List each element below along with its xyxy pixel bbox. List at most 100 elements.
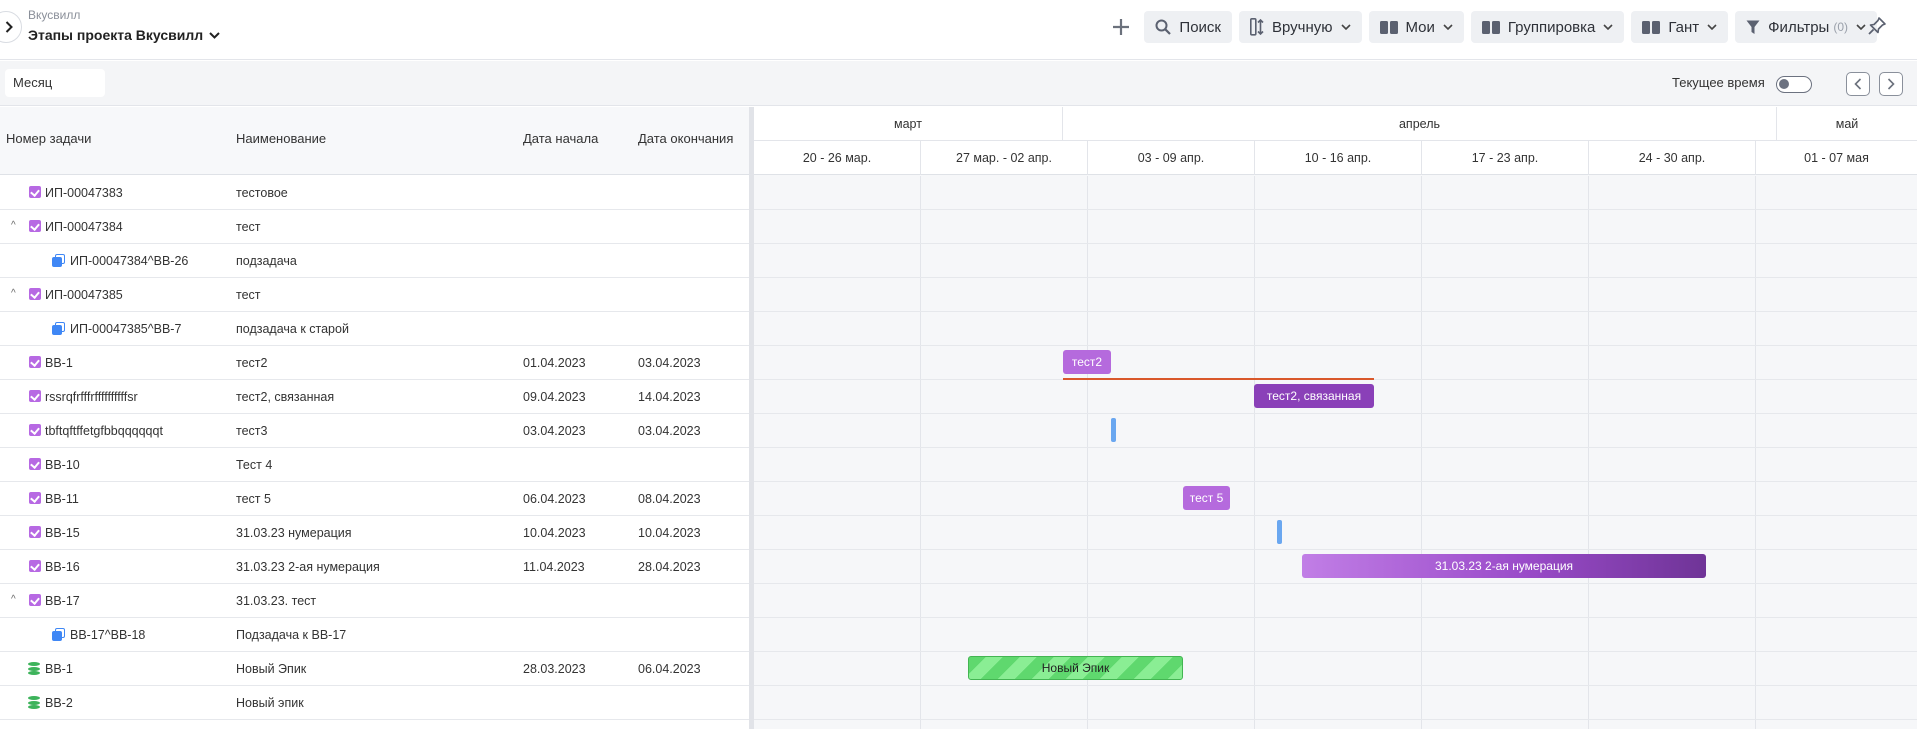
table-row[interactable]: ВВ-10 Тест 4	[0, 448, 749, 482]
collapse-caret-icon[interactable]: ^	[11, 594, 16, 605]
table-row[interactable]: ИП-00047385^ВВ-7 подзадача к старой	[0, 312, 749, 346]
grouping-dropdown[interactable]: Группировка	[1470, 11, 1625, 43]
task-start: 10.04.2023	[523, 526, 586, 540]
month-header: март апрель май	[754, 107, 1917, 141]
column-header-end[interactable]: Дата окончания	[638, 131, 733, 146]
table-row[interactable]: ВВ-1 тест2 01.04.2023 03.04.2023	[0, 346, 749, 380]
grouping-label: Группировка	[1507, 18, 1596, 36]
task-number: ВВ-11	[45, 492, 79, 506]
collapse-caret-icon[interactable]: ^	[11, 288, 16, 299]
table-row[interactable]: ^ ИП-00047385 тест	[0, 278, 749, 312]
collapse-caret-icon[interactable]: ^	[11, 220, 16, 231]
task-name: тест2, связанная	[236, 390, 335, 404]
gantt-bar[interactable]: 31.03.23 2-ая нумерация	[1302, 554, 1706, 578]
plus-icon	[1113, 19, 1130, 35]
prev-period-button[interactable]	[1846, 72, 1870, 96]
task-number: ИП-00047385^ВВ-7	[70, 322, 182, 336]
mine-dropdown[interactable]: Мои	[1368, 11, 1464, 43]
table-row[interactable]: ^ ВВ-17 31.03.23. тест	[0, 584, 749, 618]
task-name: тест 5	[236, 492, 271, 506]
grouping-icon	[1481, 20, 1500, 34]
task-end: 10.04.2023	[638, 526, 701, 540]
task-start: 11.04.2023	[523, 560, 585, 574]
task-name: Новый эпик	[236, 696, 304, 710]
project-title-dropdown[interactable]: Этапы проекта Вкусвилл	[28, 27, 220, 43]
view-dropdown[interactable]: Гант	[1631, 11, 1729, 43]
next-period-button[interactable]	[1879, 72, 1903, 96]
task-icon	[29, 186, 41, 198]
task-end: 14.04.2023	[638, 390, 701, 404]
task-number: ВВ-1	[45, 662, 73, 676]
table-row[interactable]: ВВ-15 31.03.23 нумерация 10.04.2023 10.0…	[0, 516, 749, 550]
task-number: rssrqfrfffrffffffffffsr	[45, 390, 138, 404]
task-number: ВВ-17^ВВ-18	[70, 628, 146, 642]
current-time-toggle[interactable]	[1776, 76, 1812, 93]
task-icon	[29, 560, 41, 572]
top-header: Вкусвилл Этапы проекта Вкусвилл Поиск Вр…	[0, 0, 1917, 60]
table-row[interactable]: rssrqfrfffrffffffffffsr тест2, связанная…	[0, 380, 749, 414]
task-end: 06.04.2023	[638, 662, 701, 676]
task-start: 01.04.2023	[523, 356, 586, 370]
subtask-icon	[52, 322, 65, 335]
task-icon	[29, 288, 41, 300]
pin-button[interactable]	[1867, 16, 1887, 39]
task-name: тест	[236, 288, 261, 302]
table-row[interactable]: ВВ-1 Новый Эпик 28.03.2023 06.04.2023	[0, 652, 749, 686]
task-icon	[29, 356, 41, 368]
chevron-down-icon	[209, 31, 220, 39]
task-icon	[29, 458, 41, 470]
task-number: ИП-00047383	[45, 186, 123, 200]
table-row[interactable]: ВВ-11 тест 5 06.04.2023 08.04.2023	[0, 482, 749, 516]
gantt-bar[interactable]: тест 5	[1183, 486, 1230, 510]
toolbar: Поиск Вручную Мои Группировка Гант Фильт…	[1107, 11, 1877, 43]
task-number: ВВ-2	[45, 696, 73, 710]
week-column: 17 - 23 апр.	[1422, 141, 1589, 175]
filters-label: Фильтры	[1768, 18, 1830, 36]
dependency-line	[1063, 378, 1374, 380]
task-number: ВВ-17	[45, 594, 80, 608]
table-row[interactable]: ^ ИП-00047384 тест	[0, 210, 749, 244]
column-header-start[interactable]: Дата начала	[523, 131, 598, 146]
sort-label: Вручную	[1271, 18, 1333, 36]
gantt-chart[interactable]: март апрель май 20 - 26 мар. 27 мар. - 0…	[754, 107, 1917, 729]
table-row[interactable]: ВВ-2 Новый эпик	[0, 686, 749, 720]
task-start: 28.03.2023	[523, 662, 586, 676]
table-header: Номер задачи Наименование Дата начала Да…	[0, 107, 750, 175]
column-header-number[interactable]: Номер задачи	[6, 131, 91, 146]
task-number: ВВ-1	[45, 356, 73, 370]
gantt-body: тест2 тест2, связанная тест 5 31.03.23 2…	[754, 176, 1917, 729]
table-row[interactable]: ВВ-17^ВВ-18 Подзадача к ВВ-17	[0, 618, 749, 652]
gantt-bar[interactable]: тест2	[1063, 350, 1111, 374]
chevron-right-icon	[5, 21, 13, 33]
table-row[interactable]: tbftqftffetgfbbqqqqqqt тест3 03.04.2023 …	[0, 414, 749, 448]
task-icon	[29, 424, 41, 436]
week-column: 03 - 09 апр.	[1088, 141, 1255, 175]
column-header-name[interactable]: Наименование	[236, 131, 326, 146]
task-icon	[29, 526, 41, 538]
expand-sidebar-button[interactable]	[0, 11, 22, 43]
filters-dropdown[interactable]: Фильтры (0)	[1735, 11, 1877, 43]
task-number: ИП-00047384^ВВ-26	[70, 254, 189, 268]
week-column: 27 мар. - 02 апр.	[921, 141, 1088, 175]
task-name: 31.03.23 2-ая нумерация	[236, 560, 380, 574]
breadcrumb[interactable]: Вкусвилл	[28, 8, 80, 22]
scale-select[interactable]: Месяц	[5, 69, 105, 97]
search-button[interactable]: Поиск	[1144, 11, 1232, 43]
task-number: tbftqftffetgfbbqqqqqqt	[45, 424, 163, 438]
gantt-milestone[interactable]	[1111, 418, 1116, 442]
sort-dropdown[interactable]: Вручную	[1238, 11, 1362, 43]
task-name: подзадача к старой	[236, 322, 349, 336]
table-row[interactable]: ИП-00047384^ВВ-26 подзадача	[0, 244, 749, 278]
week-column: 24 - 30 апр.	[1589, 141, 1756, 175]
table-row[interactable]: ИП-00047383 тестовое	[0, 176, 749, 210]
task-name: 31.03.23 нумерация	[236, 526, 352, 540]
task-start: 06.04.2023	[523, 492, 586, 506]
table-row[interactable]: ВВ-16 31.03.23 2-ая нумерация 11.04.2023…	[0, 550, 749, 584]
task-number: ИП-00047384	[45, 220, 123, 234]
month-may: май	[1835, 117, 1859, 131]
add-button[interactable]	[1107, 12, 1135, 42]
gantt-milestone[interactable]	[1277, 520, 1282, 544]
gantt-bar[interactable]: тест2, связанная	[1254, 384, 1374, 408]
gantt-epic-bar[interactable]: Новый Эпик	[968, 656, 1183, 680]
task-name: тест	[236, 220, 261, 234]
